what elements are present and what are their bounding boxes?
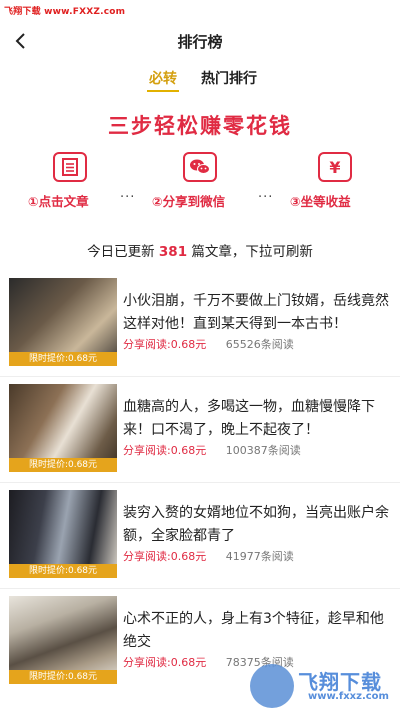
tab-hot-ranking[interactable]: 热门排行: [201, 68, 257, 88]
update-notice: 今日已更新 381 篇文章，下拉可刷新: [0, 240, 400, 260]
page-title: 排行榜: [177, 33, 223, 51]
tab-bar: 必转 热门排行: [0, 68, 400, 98]
price-tag: 限时提价:0.68元: [9, 458, 117, 472]
article-meta: 分享阅读:0.68元 41977条阅读: [123, 548, 294, 564]
article-icon: [53, 152, 87, 182]
article-meta: 分享阅读:0.68元 65526条阅读: [123, 336, 294, 352]
svg-text:¥: ¥: [329, 158, 340, 177]
share-reward: 分享阅读:0.68元: [123, 338, 207, 351]
update-count: 381: [158, 244, 188, 260]
read-count: 41977条阅读: [225, 550, 294, 563]
price-tag: 限时提价:0.68元: [9, 352, 117, 366]
slogan-banner: 三步轻松赚零花钱: [108, 114, 292, 138]
top-bar: 排行榜: [0, 0, 400, 76]
article-thumbnail: 限时提价:0.68元: [9, 490, 117, 578]
logo-sub-text: www.fxxz.com: [308, 691, 389, 702]
step-separator: ···: [258, 190, 274, 205]
article-title[interactable]: 装穷入赘的女婿地位不如狗，当亮出账户余额，全家脸都青了: [123, 502, 391, 548]
share-reward: 分享阅读:0.68元: [123, 444, 207, 457]
article-meta: 分享阅读:0.68元 100387条阅读: [123, 442, 301, 458]
tab-must-share[interactable]: 必转: [147, 68, 179, 92]
price-tag: 限时提价:0.68元: [9, 670, 117, 684]
article-thumbnail: 限时提价:0.68元: [9, 596, 117, 684]
yuan-icon: ¥: [318, 152, 352, 182]
read-count: 100387条阅读: [225, 444, 301, 457]
logo-emblem-icon: [250, 664, 294, 708]
list-item[interactable]: 限时提价:0.68元 装穷入赘的女婿地位不如狗，当亮出账户余额，全家脸都青了 分…: [0, 482, 400, 582]
list-item[interactable]: 限时提价:0.68元 小伙泪崩，千万不要做上门钕婿，岳线竟然这样对他！直到某天得…: [0, 270, 400, 370]
step-3-label: ③坐等收益: [290, 194, 351, 209]
step-1-label: ①点击文章: [28, 194, 89, 209]
steps-guide: ¥ ①点击文章 ··· ②分享到微信 ··· ③坐等收益: [0, 152, 400, 212]
site-logo-watermark: 飞翔下载 www.fxxz.com: [250, 664, 392, 708]
step-2-label: ②分享到微信: [152, 194, 226, 209]
step-separator: ···: [120, 190, 136, 205]
article-thumbnail: 限时提价:0.68元: [9, 384, 117, 472]
update-suffix: 篇文章，下拉可刷新: [191, 244, 313, 260]
article-title[interactable]: 血糖高的人，多喝这一物，血糖慢慢降下来！口不渴了，晚上不起夜了！: [123, 396, 391, 442]
article-title[interactable]: 心术不正的人，身上有3个特征，趁早和他绝交: [123, 608, 391, 654]
wechat-icon: [183, 152, 217, 182]
price-tag: 限时提价:0.68元: [9, 564, 117, 578]
update-prefix: 今日已更新: [87, 244, 155, 260]
share-reward: 分享阅读:0.68元: [123, 656, 207, 669]
list-item[interactable]: 限时提价:0.68元 血糖高的人，多喝这一物，血糖慢慢降下来！口不渴了，晚上不起…: [0, 376, 400, 476]
article-title[interactable]: 小伙泪崩，千万不要做上门钕婿，岳线竟然这样对他！直到某天得到一本古书！: [123, 290, 391, 336]
read-count: 65526条阅读: [225, 338, 294, 351]
article-thumbnail: 限时提价:0.68元: [9, 278, 117, 366]
share-reward: 分享阅读:0.68元: [123, 550, 207, 563]
